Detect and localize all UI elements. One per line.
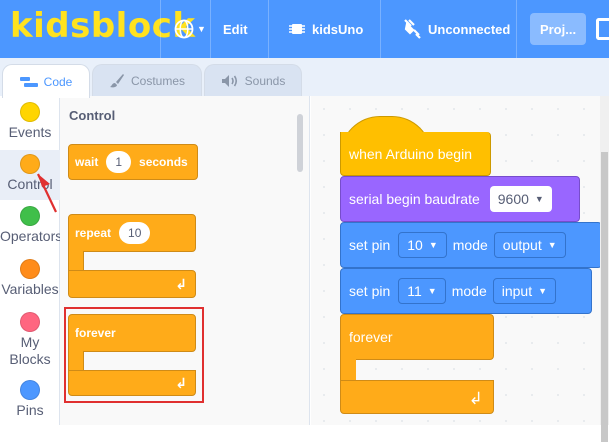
category-menu: Events Control Operators Variables My Bl… (0, 96, 63, 426)
pin-dropdown[interactable]: 10 ▼ (398, 232, 447, 258)
pin-dropdown[interactable]: 11 ▼ (398, 278, 446, 304)
block-label: serial begin baudrate (349, 191, 480, 207)
category-my-blocks[interactable]: My Blocks (0, 312, 60, 370)
serial-begin-block[interactable]: serial begin baudrate 9600 ▼ (340, 176, 580, 222)
block-label: mode (452, 237, 488, 253)
mode-value: output (502, 237, 542, 253)
category-label: Operators (0, 228, 63, 244)
category-variables[interactable]: Variables (0, 259, 60, 305)
forever-header: forever (340, 314, 494, 360)
category-dot-icon (20, 102, 40, 122)
chevron-down-icon: ▼ (197, 24, 206, 34)
tab-label: Sounds (244, 74, 286, 88)
set-pin-block[interactable]: set pin 11 ▼ mode input ▼ (340, 268, 592, 314)
device-menu[interactable]: kidsUno (288, 0, 363, 58)
block-label: forever (349, 329, 393, 345)
block-label: set pin (349, 283, 391, 299)
code-blocks-icon (19, 76, 38, 87)
repeat-count-input[interactable]: 10 (119, 222, 151, 244)
repeat-header: repeat 10 (68, 214, 196, 252)
wait-block[interactable]: wait 1 seconds (68, 144, 198, 180)
device-label: kidsUno (312, 21, 364, 37)
block-label: wait (75, 155, 99, 169)
tab-label: Code (43, 74, 73, 89)
tab-code[interactable]: Code (2, 64, 90, 98)
exit-icon[interactable] (596, 18, 609, 40)
loop-arrow-icon: ↲ (468, 389, 483, 408)
mode-value: input (501, 283, 533, 299)
baudrate-dropdown[interactable]: 9600 ▼ (489, 186, 552, 212)
chevron-down-icon: ▼ (427, 286, 437, 296)
project-button[interactable]: Proj... (530, 13, 586, 45)
pin-value: 10 (407, 237, 423, 253)
chevron-down-icon: ▼ (428, 240, 438, 250)
tab-costumes[interactable]: Costumes (92, 64, 202, 97)
editor-tabs: Code Costumes Sounds (0, 58, 609, 98)
tab-sounds[interactable]: Sounds (204, 64, 302, 97)
block-label: seconds (139, 155, 188, 169)
category-label: My Blocks (9, 334, 51, 367)
app-logo: kidsblock (10, 6, 196, 46)
forever-footer: ↲ (340, 380, 494, 414)
speaker-icon (221, 75, 237, 87)
menu-divider (210, 0, 211, 58)
wait-seconds-input[interactable]: 1 (106, 151, 132, 173)
menu-divider (268, 0, 269, 58)
chevron-down-icon: ▼ (534, 194, 544, 204)
tab-label: Costumes (130, 74, 186, 88)
brush-icon (109, 74, 124, 88)
forever-arm (340, 359, 356, 381)
category-dot-icon (20, 380, 40, 400)
category-label: Variables (1, 281, 59, 297)
chip-icon (289, 24, 305, 34)
scrollbar-thumb[interactable] (601, 152, 608, 442)
hat-body: when Arduino begin (340, 132, 491, 176)
mode-dropdown[interactable]: input ▼ (492, 278, 557, 304)
chevron-down-icon: ▼ (547, 240, 557, 250)
language-menu[interactable]: ▼ (174, 0, 206, 58)
category-events[interactable]: Events (0, 102, 60, 148)
chevron-down-icon: ▼ (538, 286, 548, 296)
category-label: Events (8, 124, 52, 140)
loop-arrow-icon: ↲ (175, 276, 187, 292)
menu-bar: kidsblock ▼ Edit kidsUno Unconnected Pro… (0, 0, 609, 58)
globe-icon (174, 19, 194, 39)
block-label: when Arduino begin (349, 145, 472, 162)
palette-title: Control (69, 108, 116, 123)
plug-disconnected-icon (404, 19, 421, 39)
pointer-arrow-icon (37, 173, 57, 213)
highlight-box (64, 307, 204, 403)
category-dot-icon (20, 154, 40, 174)
pin-value: 11 (407, 283, 422, 299)
connection-label: Unconnected (428, 21, 511, 37)
script-workspace[interactable]: when Arduino begin serial begin baudrate… (311, 96, 609, 442)
block-label: repeat (75, 226, 112, 240)
connection-menu[interactable]: Unconnected (402, 0, 510, 58)
edit-menu[interactable]: Edit (223, 0, 248, 58)
menu-divider (160, 0, 161, 58)
category-pins[interactable]: Pins (0, 380, 60, 426)
block-label: set pin (349, 237, 391, 253)
category-dot-icon (20, 312, 40, 332)
category-label: Pins (16, 402, 44, 418)
category-dot-icon (20, 259, 40, 279)
menu-divider (380, 0, 381, 58)
block-label: mode (451, 283, 487, 299)
palette-scrollbar[interactable] (297, 114, 303, 172)
repeat-footer: ↲ (68, 270, 196, 298)
repeat-arm (68, 251, 84, 271)
set-pin-block[interactable]: set pin 10 ▼ mode output ▼ (340, 222, 602, 268)
menu-divider (516, 0, 517, 58)
mode-dropdown[interactable]: output ▼ (493, 232, 566, 258)
workspace-scrollbar[interactable] (600, 96, 609, 442)
baudrate-value: 9600 (497, 191, 529, 207)
